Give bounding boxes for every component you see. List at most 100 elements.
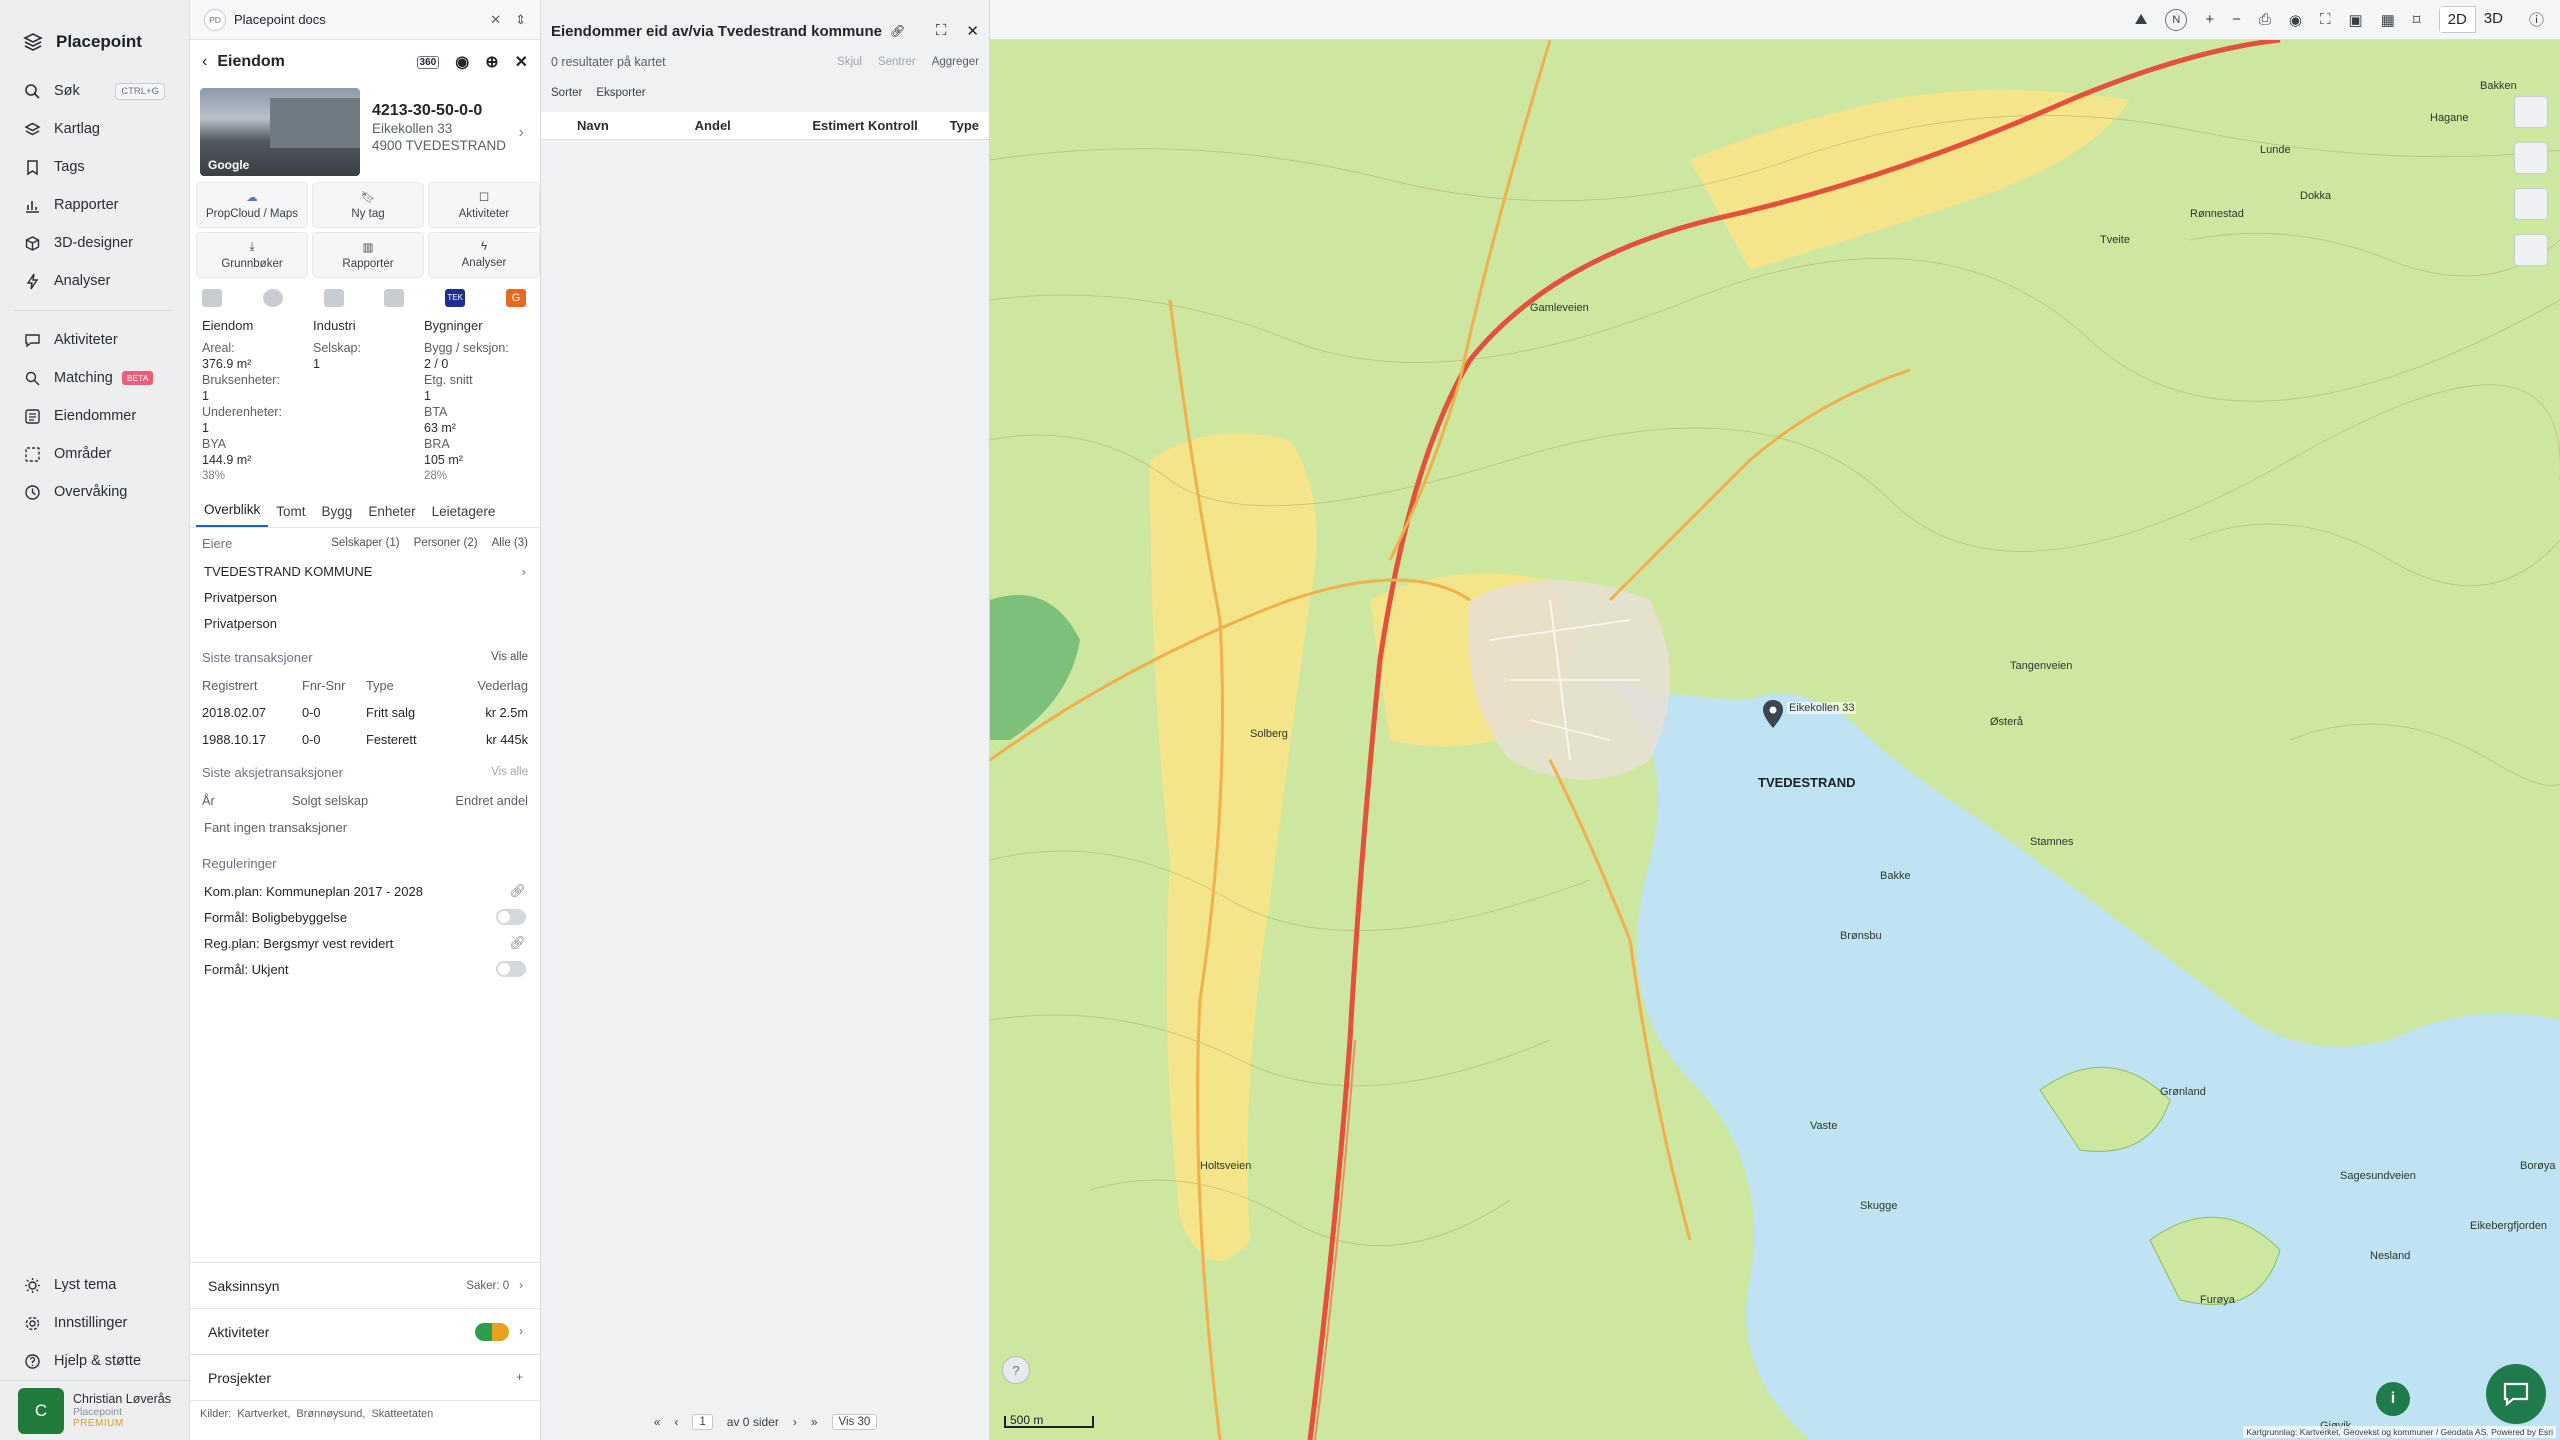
column-header-andel[interactable]: Andel — [695, 118, 813, 133]
sidebar-item-tags[interactable]: Tags — [0, 148, 189, 186]
close-icon[interactable]: ✕ — [966, 22, 979, 40]
see-all-share-transactions[interactable]: Vis alle — [491, 766, 528, 778]
zoom-in-icon[interactable]: + — [2205, 11, 2214, 28]
sidebar-item-3d-designer[interactable]: 3D-designer — [0, 224, 189, 262]
tab-leietagere[interactable]: Leietagere — [424, 504, 504, 527]
sidebar-item-kartlag[interactable]: Kartlag — [0, 110, 189, 148]
saksinnsyn-row[interactable]: Saksinnsyn Saker: 0 › — [190, 1262, 541, 1308]
link-icon[interactable]: 🔗︎ — [509, 883, 526, 899]
filter-all[interactable]: Alle (3) — [492, 537, 528, 549]
aggregate-button[interactable]: Aggreger — [932, 56, 979, 68]
user-profile[interactable]: C Christian Løverås Placepoint PREMIUM — [0, 1380, 190, 1440]
link-icon[interactable]: 🔗︎ — [890, 24, 905, 38]
link-icon[interactable]: 🔗︎ — [509, 935, 526, 951]
streetview-icon[interactable]: 360 — [416, 55, 440, 69]
export-button[interactable]: Eksporter — [596, 87, 645, 99]
column-header-type[interactable]: Type — [950, 118, 979, 133]
back-icon[interactable]: ‹ — [202, 53, 207, 71]
zoom-out-icon[interactable]: − — [2232, 11, 2241, 28]
g-icon[interactable]: G — [505, 289, 526, 307]
property-marker[interactable]: Eikekollen 33 — [1763, 700, 1857, 733]
eye-icon[interactable]: ◉ — [2289, 11, 2302, 29]
column-header-navn[interactable]: Navn — [577, 118, 695, 133]
brand[interactable]: Placepoint — [0, 0, 189, 62]
toggle[interactable] — [496, 909, 526, 925]
layers-3d-icon[interactable]: ⛰ — [2135, 11, 2148, 28]
reg-row[interactable]: Kom.plan: Kommuneplan 2017 - 2028 🔗︎ — [202, 878, 528, 904]
prev-page-icon[interactable]: ‹ — [674, 1415, 678, 1429]
tab-overblikk[interactable]: Overblikk — [196, 502, 269, 527]
toggle[interactable] — [496, 961, 526, 977]
new-tag-button[interactable]: 🔖︎ Ny tag — [312, 182, 424, 228]
sidebar-item-omrader[interactable]: Områder — [0, 435, 189, 473]
add-icon[interactable]: ⊕ — [485, 52, 498, 72]
doc-bar[interactable]: PD Placepoint docs ✕ ⇕ — [190, 0, 540, 40]
aktiviteter-row[interactable]: Aktiviteter › — [190, 1308, 541, 1354]
sidebar-item-aktiviteter[interactable]: Aktiviteter — [0, 321, 189, 359]
sidebar-item-rapporter[interactable]: Rapporter — [0, 186, 189, 224]
chart-tool-button[interactable] — [2514, 188, 2548, 220]
close-icon[interactable]: ✕ — [490, 12, 501, 28]
measure-tool-button[interactable] — [2514, 142, 2548, 174]
eye-icon[interactable]: ◉ — [455, 52, 469, 72]
info-icon[interactable]: i — [2376, 1382, 2410, 1416]
grid-icon[interactable]: ▦ — [2381, 11, 2395, 29]
fullscreen-icon[interactable]: ⛶ — [2320, 11, 2331, 28]
help-icon[interactable]: ? — [1002, 1356, 1030, 1384]
activities-button[interactable]: ☐ Aktiviteter — [428, 182, 540, 228]
layer-tool-button[interactable] — [2514, 96, 2548, 128]
source-link[interactable]: Kartverket, — [237, 1408, 290, 1420]
source-link[interactable]: Skatteetaten — [371, 1408, 433, 1420]
info-icon[interactable]: ⓘ — [2529, 9, 2544, 30]
source-link[interactable]: Brønnøysund, — [296, 1408, 365, 1420]
column-header-estimert[interactable]: Estimert Kontroll — [812, 118, 949, 133]
owner-row[interactable]: Privatperson — [202, 584, 528, 610]
reg-row[interactable]: Formål: Ukjent — [202, 956, 528, 982]
filter-companies[interactable]: Selskaper (1) — [331, 537, 399, 549]
source-icon-1[interactable] — [202, 289, 222, 307]
hide-button[interactable]: Skjul — [837, 56, 862, 68]
analyses-button[interactable]: ϟ Analyser — [428, 232, 540, 278]
grunnboker-button[interactable]: ⤓ Grunnbøker — [196, 232, 308, 278]
next-page-icon[interactable]: › — [793, 1415, 797, 1429]
sidebar-item-theme[interactable]: Lyst tema — [0, 1266, 190, 1304]
compass-icon[interactable]: N — [2165, 8, 2188, 31]
add-icon[interactable]: + — [516, 1372, 523, 1384]
source-icon-3[interactable] — [323, 289, 344, 307]
print-icon[interactable]: ⎙ — [2259, 11, 2271, 28]
sidebar-item-eiendommer[interactable]: Eiendommer — [0, 397, 189, 435]
last-page-icon[interactable]: » — [811, 1415, 818, 1429]
sidebar-item-analyser[interactable]: Analyser — [0, 262, 189, 300]
tek-icon[interactable]: TEK — [445, 289, 466, 307]
camera-icon[interactable]: ▣ — [2349, 11, 2363, 29]
mode-2d[interactable]: 2D — [2438, 6, 2476, 33]
tab-enheter[interactable]: Enheter — [360, 504, 423, 527]
reports-button[interactable]: ▥ Rapporter — [312, 232, 424, 278]
chat-button[interactable] — [2486, 1364, 2546, 1424]
reg-row[interactable]: Reg.plan: Bergsmyr vest revidert 🔗︎ — [202, 930, 528, 956]
first-page-icon[interactable]: « — [654, 1415, 661, 1429]
property-address[interactable]: 4213-30-50-0-0 Eikekollen 33 4900 TVEDES… — [372, 88, 530, 174]
owner-row[interactable]: Privatperson — [202, 610, 528, 636]
mode-3d[interactable]: 3D — [2476, 6, 2511, 33]
bookmark-icon[interactable]: ⌑ — [2413, 11, 2421, 29]
source-icon-2[interactable] — [262, 289, 283, 307]
owner-row[interactable]: TVEDESTRAND KOMMUNE › — [202, 558, 528, 584]
sidebar-item-matching[interactable]: Matching BETA — [0, 359, 189, 397]
expand-icon[interactable]: ⛶ — [936, 22, 947, 40]
table-row[interactable]: 1988.10.17 0-0 Festerett kr 445k — [202, 726, 528, 753]
see-all-transactions[interactable]: Vis alle — [491, 651, 528, 663]
profile-tool-button[interactable] — [2514, 234, 2548, 266]
sort-button[interactable]: Sorter — [551, 87, 582, 99]
property-photo[interactable]: Google — [200, 88, 360, 176]
prosjekter-row[interactable]: Prosjekter + — [190, 1354, 541, 1400]
tab-tomt[interactable]: Tomt — [268, 504, 313, 527]
filter-persons[interactable]: Personer (2) — [414, 537, 478, 549]
per-page-select[interactable]: Vis 30 — [831, 1414, 878, 1430]
table-row[interactable]: 2018.02.07 0-0 Fritt salg kr 2.5m — [202, 699, 528, 726]
page-select[interactable]: 1 — [692, 1414, 713, 1430]
chevron-updown-icon[interactable]: ⇕ — [515, 12, 526, 28]
source-icon-4[interactable] — [384, 289, 405, 307]
sidebar-item-overvaking[interactable]: Overvåking — [0, 473, 189, 511]
tab-bygg[interactable]: Bygg — [314, 504, 361, 527]
